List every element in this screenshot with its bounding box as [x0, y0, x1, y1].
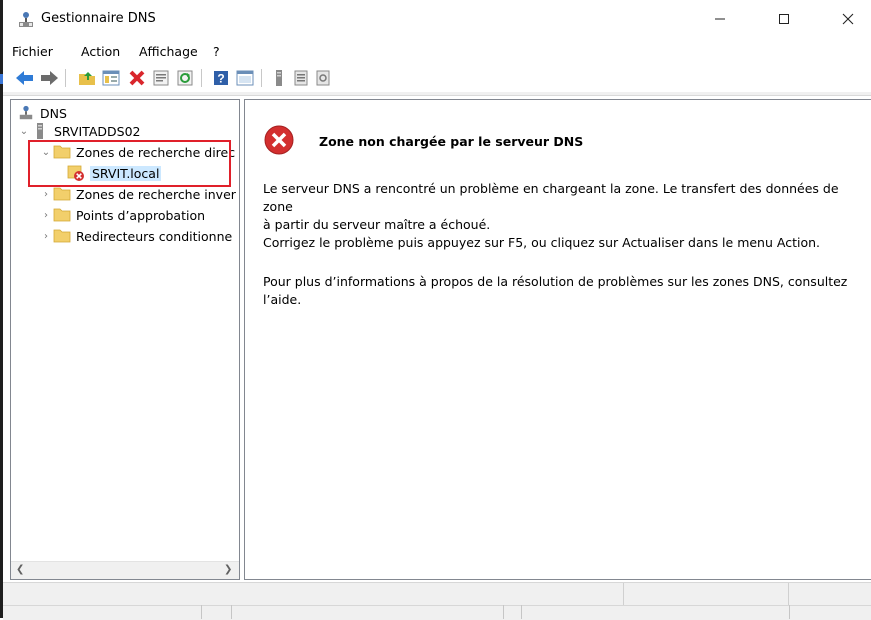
tree-item-label: Zones de recherche direc — [76, 144, 236, 160]
console-tree: DNS ⌄ SRVITADDS02 ⌄ Zones de recherche d… — [10, 99, 240, 580]
help-icon[interactable]: ? — [211, 68, 231, 88]
toolbar-separator — [65, 69, 66, 87]
title-bar: Gestionnaire DNS — [3, 0, 871, 40]
server-icon[interactable] — [269, 68, 289, 88]
forward-icon[interactable] — [39, 68, 59, 88]
tree-item-trust-points[interactable]: › Points d’approbation — [39, 205, 205, 225]
chevron-right-icon[interactable]: › — [39, 231, 53, 242]
show-hide-tree-icon[interactable] — [101, 68, 121, 88]
status-divider — [231, 605, 232, 619]
toolbar-separator — [201, 69, 202, 87]
toolbar: ? — [3, 64, 871, 92]
toolbar-separator — [261, 69, 262, 87]
chevron-right-icon[interactable]: › — [39, 189, 53, 200]
error-paragraph-3: Pour plus d’informations à propos de la … — [263, 273, 853, 309]
tree-item-conditional-forwarders[interactable]: › Redirecteurs conditionne — [39, 226, 232, 246]
scroll-left-icon[interactable]: ❮ — [16, 564, 24, 575]
minimize-button[interactable] — [697, 0, 743, 40]
tree-server[interactable]: ⌄ SRVITADDS02 — [17, 121, 140, 141]
maximize-button[interactable] — [761, 0, 807, 40]
list-icon[interactable] — [291, 68, 311, 88]
status-divider — [789, 605, 790, 619]
folder-icon — [53, 227, 71, 245]
chevron-right-icon[interactable]: › — [39, 210, 53, 221]
status-cell — [623, 583, 789, 605]
error-paragraph-2: Corrigez le problème puis appuyez sur F5… — [263, 235, 821, 250]
status-bar — [3, 582, 871, 620]
menu-help[interactable]: ? — [213, 44, 220, 59]
menu-bar: Fichier Action Affichage ? — [3, 40, 871, 64]
paragraph-line: à partir du serveur maître a échoué. — [263, 217, 491, 232]
tree-item-label: Points d’approbation — [76, 207, 206, 223]
properties-icon[interactable] — [151, 68, 171, 88]
status-divider — [201, 605, 202, 619]
zone-error-icon — [67, 164, 85, 182]
folder-icon — [53, 206, 71, 224]
dns-root-icon — [17, 104, 35, 122]
error-icon — [263, 124, 295, 156]
tree-root-dns[interactable]: DNS — [17, 103, 67, 123]
back-icon[interactable] — [15, 68, 35, 88]
tree-item-label: Zones de recherche inver — [76, 186, 236, 202]
menu-fichier[interactable]: Fichier — [12, 44, 53, 59]
tree-item-forward-zones[interactable]: ⌄ Zones de recherche direc — [39, 142, 235, 162]
paragraph-line: Pour plus d’informations à propos de la … — [263, 274, 848, 289]
chevron-down-icon[interactable]: ⌄ — [17, 126, 31, 137]
up-folder-icon[interactable] — [77, 68, 97, 88]
server-icon — [31, 122, 49, 140]
close-icon — [842, 13, 854, 28]
tree-item-label: Redirecteurs conditionne — [76, 228, 233, 244]
paragraph-line: Le serveur DNS a rencontré un problème e… — [263, 181, 839, 214]
tree-item-label: SRVIT.local — [90, 165, 162, 181]
close-button[interactable] — [825, 0, 871, 40]
status-cell — [3, 583, 624, 605]
status-divider — [521, 605, 522, 619]
tree-item-srvit-local[interactable]: SRVIT.local — [67, 163, 162, 183]
folder-icon — [53, 185, 71, 203]
chevron-down-icon[interactable]: ⌄ — [39, 147, 53, 158]
error-heading: Zone non chargée par le serveur DNS — [319, 134, 584, 149]
refresh-icon[interactable] — [175, 68, 195, 88]
tree-item-reverse-zones[interactable]: › Zones de recherche inver — [39, 184, 236, 204]
toolbar-divider — [3, 92, 871, 96]
status-divider — [503, 605, 504, 619]
minimize-icon — [714, 13, 726, 28]
dns-app-icon — [17, 11, 35, 29]
menu-action[interactable]: Action — [81, 44, 120, 59]
tree-server-label: SRVITADDS02 — [54, 123, 141, 139]
window-title: Gestionnaire DNS — [41, 11, 156, 26]
folder-icon — [53, 143, 71, 161]
menu-affichage[interactable]: Affichage — [139, 44, 198, 59]
paragraph-line: l’aide. — [263, 292, 302, 307]
details-view-icon[interactable] — [235, 68, 255, 88]
svg-text:?: ? — [217, 72, 224, 86]
zone-properties-icon[interactable] — [313, 68, 333, 88]
error-paragraph-1: Le serveur DNS a rencontré un problème e… — [263, 180, 853, 234]
scroll-right-icon[interactable]: ❯ — [224, 564, 232, 575]
tree-horizontal-scrollbar[interactable]: ❮ ❯ — [11, 561, 239, 579]
maximize-icon — [778, 13, 790, 28]
delete-icon[interactable] — [127, 68, 147, 88]
details-pane: Zone non chargée par le serveur DNS Le s… — [244, 99, 871, 580]
tree-root-label: DNS — [40, 105, 67, 121]
